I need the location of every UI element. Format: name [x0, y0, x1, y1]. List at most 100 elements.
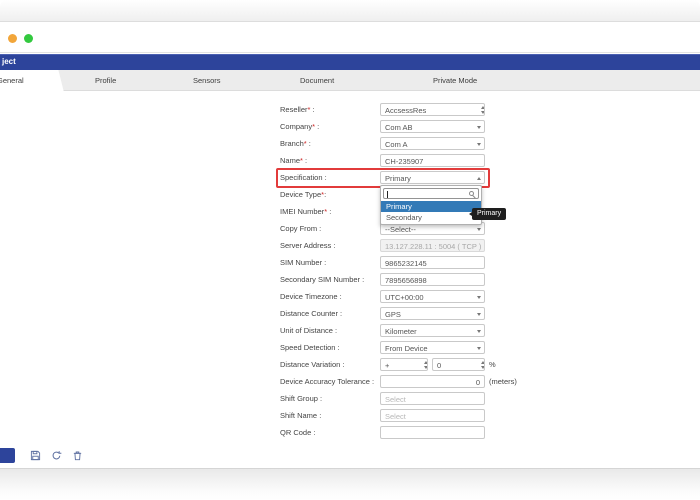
speed-detection-row: Speed Detection : From Device [280, 341, 540, 354]
server-address-input[interactable]: 13.127.228.11 : 5004 ( TCP ) [380, 239, 485, 252]
copy-from-label: Copy From : [280, 222, 380, 235]
modal-titlebar: ject [0, 54, 700, 70]
chevron-down-icon [477, 347, 481, 350]
tab-general-label: General [0, 70, 24, 91]
shift-group-input[interactable]: Select [380, 392, 485, 405]
unit-of-distance-select[interactable]: Kilometer [380, 324, 485, 337]
distance-variation-value-input[interactable]: 0 [432, 358, 485, 371]
copy-from-select-value: --Select-- [385, 225, 416, 234]
text-cursor [387, 191, 388, 198]
secondary-sim-number-input-value: 7895656898 [385, 276, 427, 285]
distance-variation-sign-select[interactable]: + [380, 358, 428, 371]
delete-icon[interactable] [72, 450, 83, 461]
qr-code-input[interactable] [380, 426, 485, 439]
reseller-select[interactable]: AccsessRes [380, 103, 485, 116]
shift-group-label: Shift Group : [280, 392, 380, 405]
distance-counter-select[interactable]: GPS [380, 307, 485, 320]
branch-row: Branch* :Com A [280, 137, 540, 150]
device-timezone-select[interactable]: UTC+00:00 [380, 290, 485, 303]
device-accuracy-tolerance-input-value: 0 [385, 377, 480, 388]
distance-counter-select-value: GPS [385, 310, 401, 319]
reseller-label: Reseller* : [280, 103, 380, 116]
tab-private-mode-label: Private Mode [433, 76, 477, 85]
device-accuracy-tolerance-input[interactable]: 0 [380, 375, 485, 388]
dropdown-option-secondary[interactable]: Secondary [381, 212, 481, 223]
chevron-down-icon [477, 126, 481, 129]
shift-group-row: Shift Group : Select [280, 392, 540, 405]
sim-number-input-value: 9865232145 [385, 259, 427, 268]
speed-detection-select-value: From Device [385, 344, 428, 353]
sim-number-input[interactable]: 9865232145 [380, 256, 485, 269]
tab-private-mode[interactable]: Private Mode [433, 70, 477, 91]
reseller-select-value: AccsessRes [385, 106, 426, 115]
imei-number-label: IMEI Number* : [280, 205, 380, 218]
server-address-input-value: 13.127.228.11 : 5004 ( TCP ) [385, 242, 481, 251]
app-window: ject General Profile Sensors Document Pr… [0, 23, 700, 468]
tab-profile[interactable]: Profile [95, 70, 116, 91]
window-title: ject [2, 57, 16, 66]
device-timezone-label: Device Timezone : [280, 290, 380, 303]
distance-counter-label: Distance Counter : [280, 307, 380, 320]
chevron-down-icon [477, 313, 481, 316]
chevron-down-icon [477, 228, 481, 231]
name-label: Name* : [280, 154, 380, 167]
distance-variation-value-input-value: 0 [437, 361, 441, 370]
secondary-sim-number-row: Secondary SIM Number : 7895656898 [280, 273, 540, 286]
page-top-shadow [0, 0, 700, 22]
device-form: Reseller* : AccsessRes Company* :Com AB Bra… [280, 103, 540, 443]
name-input[interactable]: CH-235907 [380, 154, 485, 167]
branch-select[interactable]: Com A [380, 137, 485, 150]
shift-name-input-value: Select [385, 412, 406, 421]
speed-detection-label: Speed Detection : [280, 341, 380, 354]
chevron-down-icon [477, 330, 481, 333]
server-address-label: Server Address : [280, 239, 380, 252]
tab-document[interactable]: Document [300, 70, 334, 91]
tab-bar: General Profile Sensors Document Private… [0, 70, 700, 91]
device-accuracy-tolerance-label: Device Accuracy Tolerance : [280, 375, 380, 388]
tooltip: Primary [472, 208, 506, 220]
list-button[interactable] [0, 448, 15, 463]
company-row: Company* :Com AB [280, 120, 540, 133]
distance-counter-row: Distance Counter : GPS [280, 307, 540, 320]
name-input-value: CH-235907 [385, 157, 423, 166]
shift-name-input[interactable]: Select [380, 409, 485, 422]
chevron-down-icon [477, 143, 481, 146]
refresh-icon[interactable] [51, 450, 62, 461]
dropdown-option-primary[interactable]: Primary [381, 201, 481, 212]
maximize-button[interactable] [24, 34, 33, 43]
speed-detection-select[interactable]: From Device [380, 341, 485, 354]
tab-general[interactable]: General [0, 70, 56, 91]
shift-group-input-value: Select [385, 395, 406, 404]
branch-select-value: Com A [385, 140, 408, 149]
shift-name-label: Shift Name : [280, 409, 380, 422]
secondary-sim-number-label: Secondary SIM Number : [280, 273, 380, 286]
page-bottom-shadow [0, 468, 700, 500]
window-controls-bar [0, 23, 700, 53]
tab-document-label: Document [300, 76, 334, 85]
device-timezone-select-value: UTC+00:00 [385, 293, 424, 302]
tab-sensors[interactable]: Sensors [193, 70, 221, 91]
distance-variation-sign-select-value: + [385, 361, 389, 370]
unit-of-distance-row: Unit of Distance : Kilometer [280, 324, 540, 337]
distance-variation-label: Distance Variation : [280, 358, 380, 371]
shift-name-row: Shift Name : Select [280, 409, 540, 422]
specification-dropdown: Primary Secondary [380, 185, 482, 225]
device-timezone-row: Device Timezone : UTC+00:00 [280, 290, 540, 303]
company-select-value: Com AB [385, 123, 413, 132]
minimize-button[interactable] [8, 34, 17, 43]
name-row: Name* : CH-235907 [280, 154, 540, 167]
dropdown-search-input[interactable] [383, 188, 479, 199]
unit-of-distance-select-value: Kilometer [385, 327, 417, 336]
unit-of-distance-label: Unit of Distance : [280, 324, 380, 337]
screenshot-root: ject General Profile Sensors Document Pr… [0, 0, 700, 500]
distance-variation-suffix: % [489, 358, 496, 371]
device-type-label: Device Type*: [280, 188, 380, 201]
secondary-sim-number-input[interactable]: 7895656898 [380, 273, 485, 286]
reseller-row: Reseller* : AccsessRes [280, 103, 540, 116]
distance-variation-row: Distance Variation : +0% [280, 358, 540, 371]
device-accuracy-tolerance-suffix: (meters) [489, 375, 517, 388]
save-icon[interactable] [30, 450, 41, 461]
search-icon [469, 191, 474, 196]
sim-number-row: SIM Number :9865232145 [280, 256, 540, 269]
company-select[interactable]: Com AB [380, 120, 485, 133]
